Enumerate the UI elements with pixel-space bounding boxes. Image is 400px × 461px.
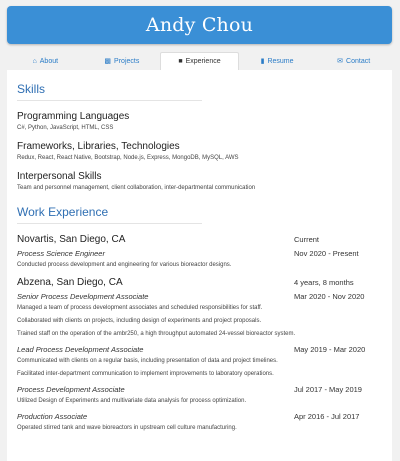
job-role: Process Development Associate [17,385,125,394]
job-role: Senior Process Development Associate [17,292,149,301]
page-title: Andy Chou [145,14,254,36]
job-description: Trained staff on the operation of the am… [17,331,296,337]
tab-label: Contact [346,57,371,65]
job-description: Communicated with clients on a regular b… [17,358,278,364]
folder-icon: ▩ [104,58,112,65]
skill-group: Programming Languages C#, Python, JavaSc… [17,111,382,131]
tab-projects[interactable]: ▩ Projects [84,52,161,70]
job-company: Novartis, San Diego, CA [17,234,126,245]
envelope-icon: ✉ [337,58,344,65]
job-dates: Jul 2017 - May 2019 [294,385,362,394]
job-description: Utilized Design of Experiments and multi… [17,398,247,404]
skill-group-items: C#, Python, JavaScript, HTML, CSS [17,125,114,131]
skill-group-items: Team and personnel management, client co… [17,185,256,191]
skill-group-items: Redux, React, React Native, Bootstrap, N… [17,155,239,161]
tab-about[interactable]: ⌂ About [7,52,84,70]
skill-group: Frameworks, Libraries, Technologies Redu… [17,141,382,161]
skill-group-title: Frameworks, Libraries, Technologies [17,141,180,152]
skills-heading: Skills [17,82,202,101]
job-company: Abzena, San Diego, CA [17,277,123,288]
job-role: Production Associate [17,412,88,421]
job-description: Managed a team of process development as… [17,305,263,311]
job-description: Collaborated with clients on projects, i… [17,318,262,324]
job-dates: Mar 2020 - Nov 2020 [294,292,365,301]
job-description: Facilitated inter-department communicati… [17,371,274,377]
skill-group: Interpersonal Skills Team and personnel … [17,171,382,191]
tab-label: About [39,57,59,65]
site-header: Andy Chou [7,6,392,44]
job-dates: Apr 2016 - Jul 2017 [294,412,360,421]
job-description: Conducted process development and engine… [17,262,232,268]
job-tenure: 4 years, 8 months [294,278,354,287]
work-experience-heading: Work Experience [17,205,202,224]
skill-group-title: Interpersonal Skills [17,171,102,182]
job-role: Process Science Engineer [17,249,105,258]
tab-experience[interactable]: ■ Experience [160,52,239,70]
tab-label: Resume [267,57,294,65]
tab-contact[interactable]: ✉ Contact [315,52,392,70]
nav-tabs: ⌂ About ▩ Projects ■ Experience ▮ Resume… [7,52,392,70]
tab-resume[interactable]: ▮ Resume [239,52,316,70]
tab-label: Experience [185,58,221,65]
briefcase-icon: ■ [178,58,183,65]
home-icon: ⌂ [32,57,37,65]
job-role: Lead Process Development Associate [17,345,144,354]
job-dates: Nov 2020 - Present [294,249,359,258]
job-tenure: Current [294,235,320,244]
job-description: Operated stirred tank and wave bioreacto… [17,425,237,431]
job-entry: Abzena, San Diego, CA 4 years, 8 months … [17,277,382,431]
tab-label: Projects [114,57,140,65]
experience-panel: Skills Programming Languages C#, Python,… [7,70,392,461]
file-icon: ▮ [260,58,265,65]
job-dates: May 2019 - Mar 2020 [294,345,366,354]
job-entry: Novartis, San Diego, CA Current Process … [17,234,382,268]
skill-group-title: Programming Languages [17,111,130,122]
